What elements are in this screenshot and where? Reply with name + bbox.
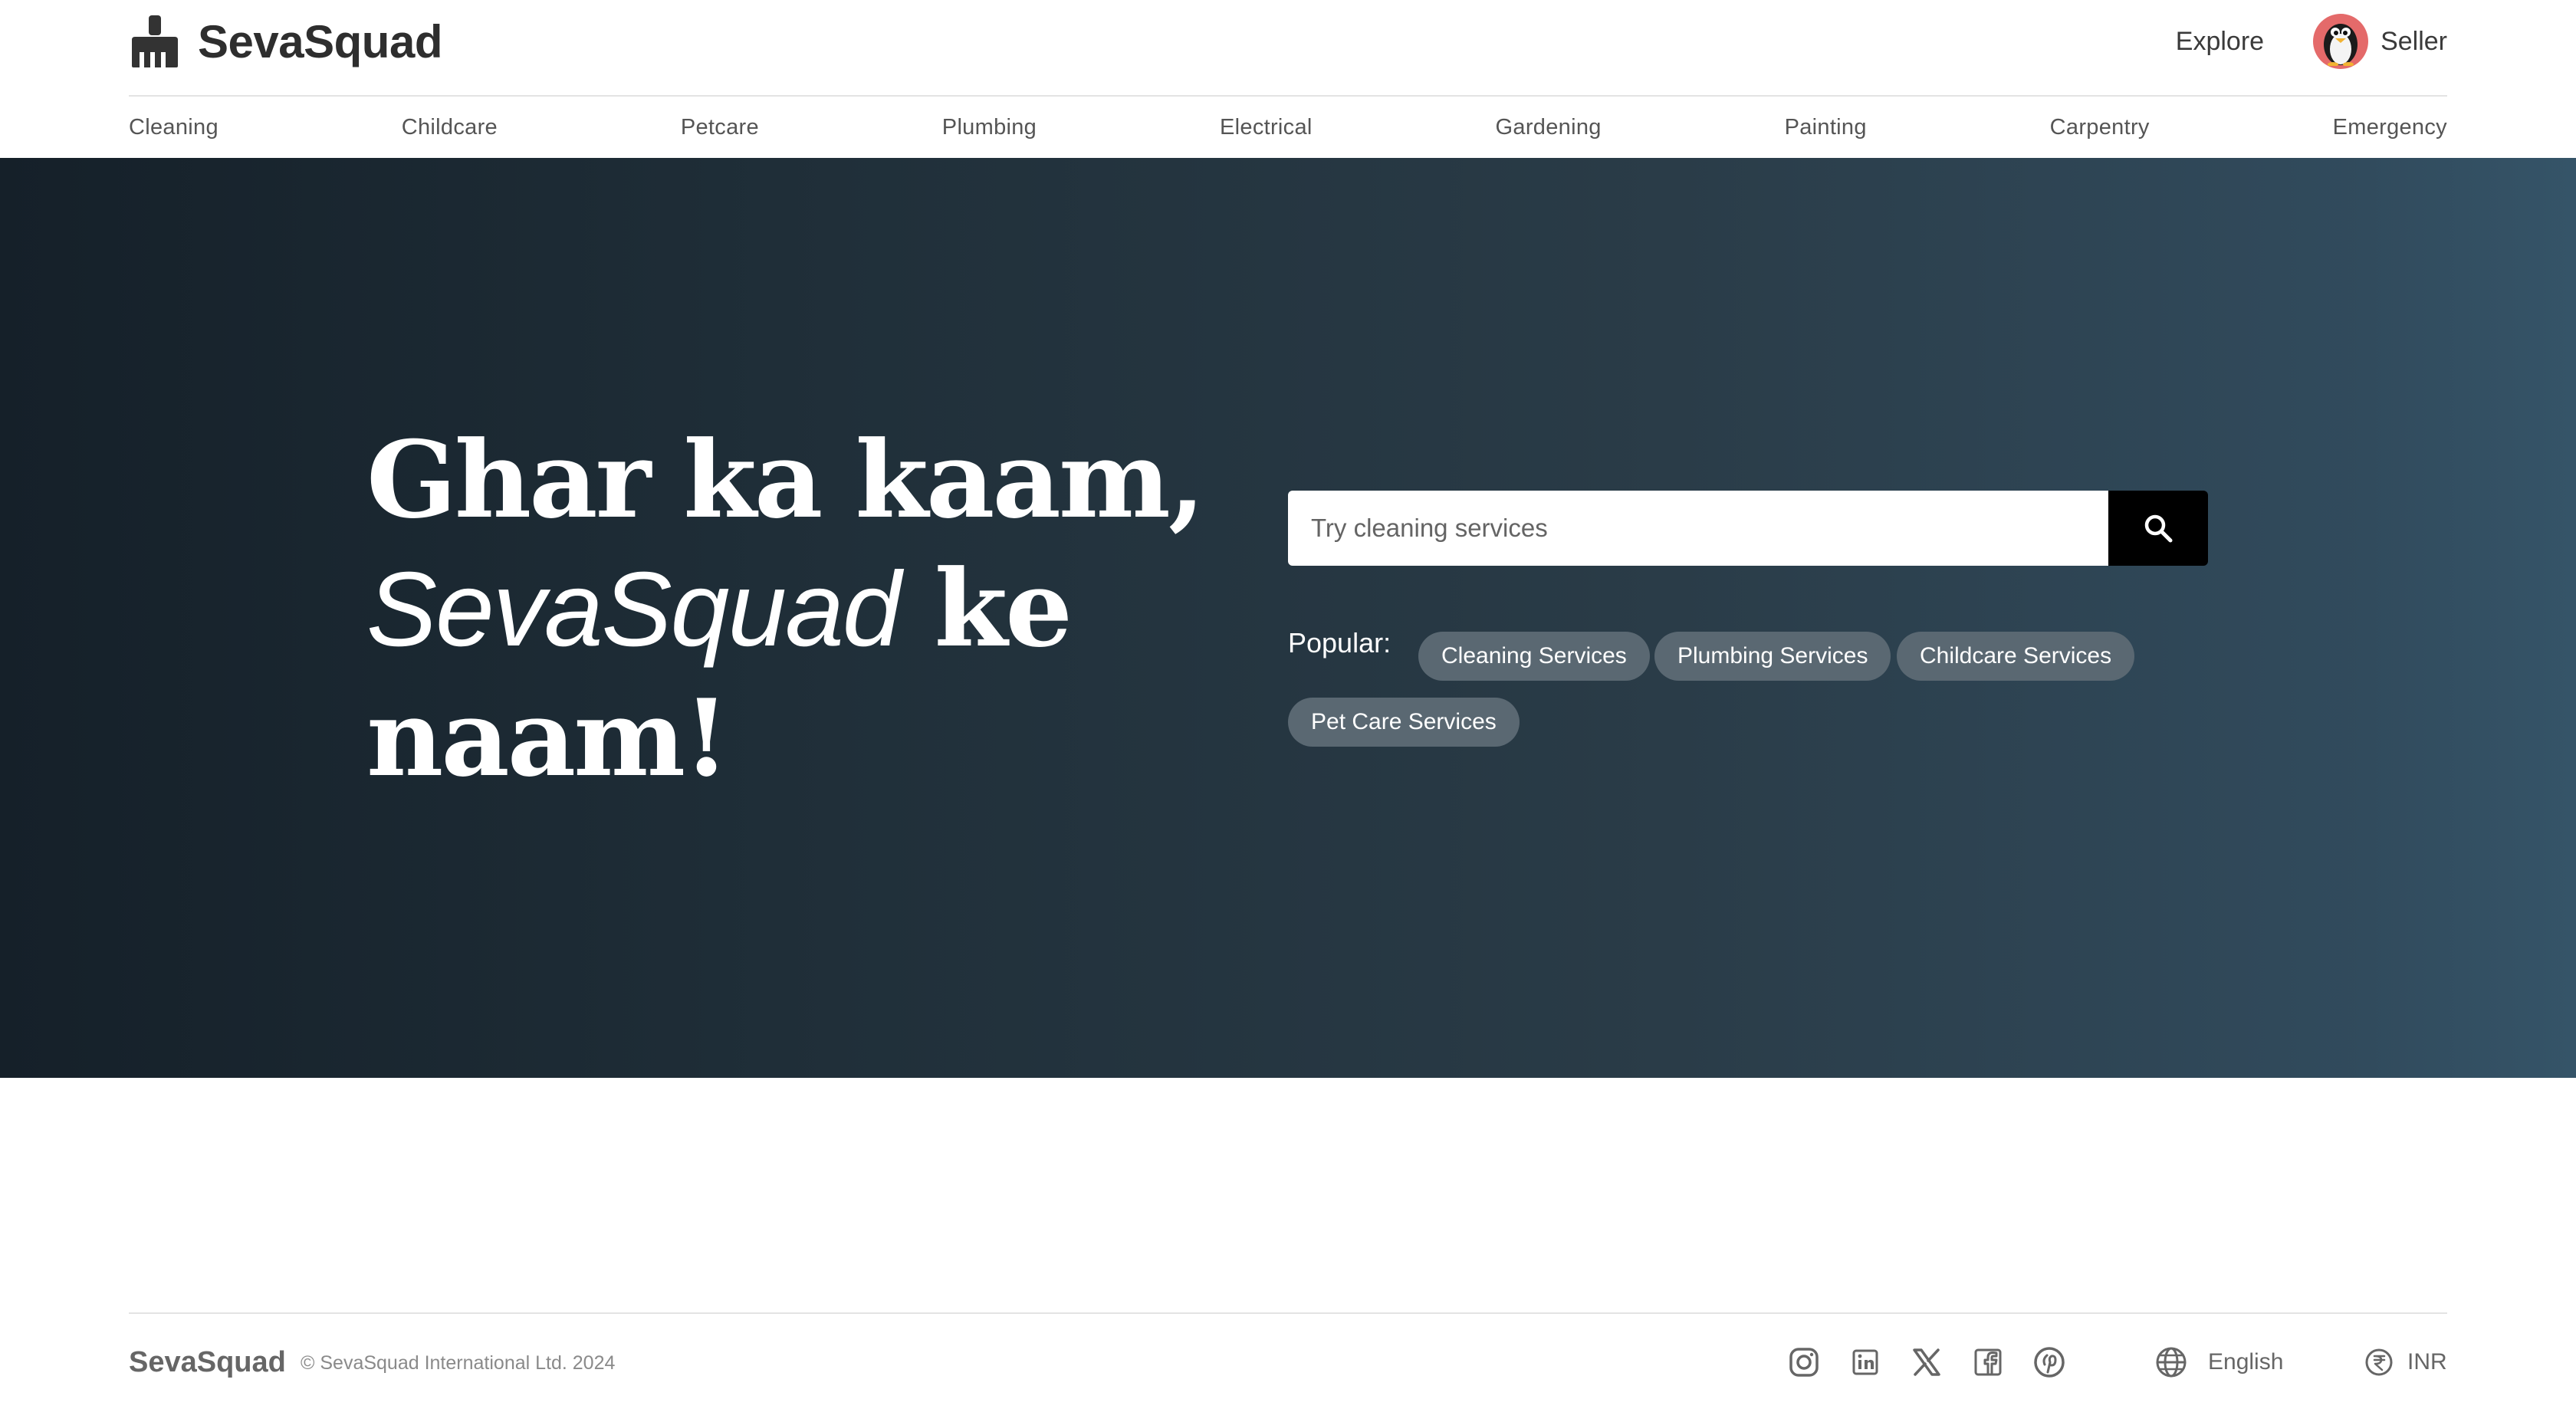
category-emergency[interactable]: Emergency <box>2333 115 2447 140</box>
hero-section: Ghar ka kaam, SevaSquad ke naam! Popular… <box>0 158 2576 1078</box>
top-header: SevaSquad Explore Seller <box>0 0 2576 95</box>
category-carpentry[interactable]: Carpentry <box>2050 115 2150 140</box>
headline-line-2: ke <box>899 546 1073 671</box>
penguin-avatar-icon <box>2324 24 2358 66</box>
currency-selector[interactable]: INR <box>2364 1343 2447 1381</box>
category-cleaning[interactable]: Cleaning <box>129 115 219 140</box>
x-icon[interactable] <box>1909 1345 1944 1380</box>
footer-divider <box>129 1312 2447 1314</box>
search-button[interactable] <box>2108 491 2208 566</box>
avatar[interactable] <box>2313 14 2369 69</box>
search-input[interactable] <box>1288 491 2108 566</box>
category-petcare[interactable]: Petcare <box>681 115 759 140</box>
linkedin-icon[interactable] <box>1848 1345 1883 1380</box>
search-icon <box>2144 514 2173 543</box>
hero-headline: Ghar ka kaam, SevaSquad ke naam! <box>366 415 1210 803</box>
brand-logo[interactable]: SevaSquad <box>129 11 442 72</box>
category-electrical[interactable]: Electrical <box>1220 115 1313 140</box>
currency-label: INR <box>2407 1349 2447 1375</box>
category-gardening[interactable]: Gardening <box>1496 115 1602 140</box>
facebook-icon[interactable] <box>1970 1345 2006 1380</box>
category-nav: Cleaning Childcare Petcare Plumbing Elec… <box>129 97 2447 158</box>
instagram-icon[interactable] <box>1786 1345 1822 1380</box>
headline-brand: SevaSquad <box>366 550 902 668</box>
category-painting[interactable]: Painting <box>1785 115 1867 140</box>
globe-icon <box>2156 1347 2187 1378</box>
category-plumbing[interactable]: Plumbing <box>942 115 1037 140</box>
language-label: English <box>2208 1349 2284 1375</box>
popular-chip-plumbing[interactable]: Plumbing Services <box>1654 632 1891 681</box>
seller-link[interactable]: Seller <box>2380 27 2447 57</box>
popular-chip-petcare[interactable]: Pet Care Services <box>1288 698 1520 747</box>
language-selector[interactable]: English <box>2154 1343 2283 1381</box>
headline-line-3: naam! <box>366 675 730 800</box>
headline-line-1: Ghar ka kaam, <box>366 417 1205 542</box>
pinterest-icon[interactable] <box>2032 1345 2067 1380</box>
brand-name: SevaSquad <box>198 15 442 67</box>
search-bar <box>1288 491 2208 566</box>
popular-chip-cleaning[interactable]: Cleaning Services <box>1418 632 1650 681</box>
header-actions: Explore Seller <box>2176 12 2447 71</box>
popular-chip-childcare[interactable]: Childcare Services <box>1897 632 2135 681</box>
rupee-icon <box>2365 1348 2393 1376</box>
footer-copyright: © SevaSquad International Ltd. 2024 <box>301 1352 616 1374</box>
category-childcare[interactable]: Childcare <box>402 115 498 140</box>
popular-label: Popular: <box>1288 627 1392 659</box>
footer-brand: SevaSquad <box>129 1346 286 1378</box>
explore-link[interactable]: Explore <box>2176 27 2264 57</box>
broom-icon <box>132 15 178 67</box>
